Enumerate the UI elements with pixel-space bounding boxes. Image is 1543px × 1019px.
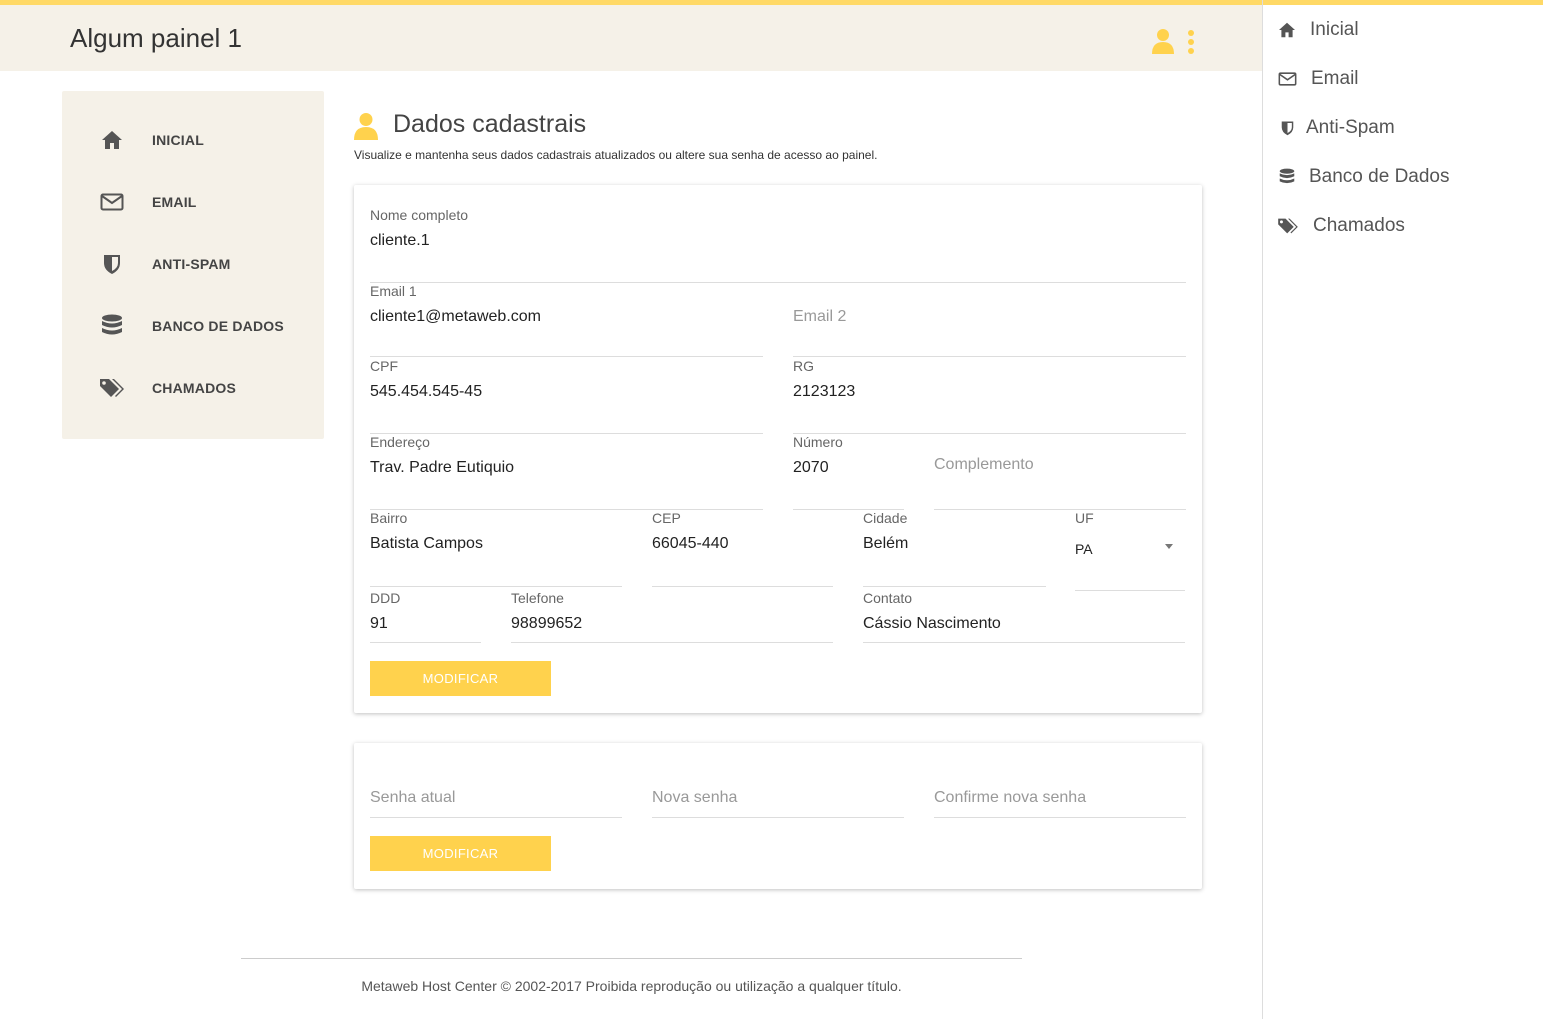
confirme-senha-field[interactable]: Confirme nova senha — [934, 767, 1186, 818]
drawer-item-label: Email — [1311, 68, 1359, 89]
nova-senha-field[interactable]: Nova senha — [652, 767, 904, 818]
kebab-menu-icon[interactable] — [1184, 30, 1198, 56]
top-app-bar: Algum painel 1 — [0, 0, 1262, 71]
shield-icon — [1277, 118, 1297, 138]
rg-field[interactable]: RG 2123123 — [793, 358, 1186, 434]
modificar-senha-button[interactable]: MODIFICAR — [370, 836, 551, 871]
footer-divider — [241, 958, 1022, 959]
drawer-item-banco-de-dados[interactable]: Banco de Dados — [1263, 157, 1543, 197]
bairro-field[interactable]: Bairro Batista Campos — [370, 510, 622, 587]
numero-field[interactable]: Número 2070 — [793, 434, 904, 510]
cidade-field[interactable]: Cidade Belém — [863, 510, 1046, 587]
profile-form-card: Nome completo cliente.1 Email 1 cliente1… — [354, 185, 1202, 713]
database-icon — [1277, 167, 1297, 187]
modificar-dados-button[interactable]: MODIFICAR — [370, 661, 551, 696]
drawer-item-label: Banco de Dados — [1309, 166, 1450, 187]
sidebar-item-chamados[interactable]: CHAMADOS — [62, 368, 324, 408]
user-icon — [354, 112, 378, 145]
drawer-item-label: Inicial — [1310, 19, 1359, 40]
sidebar-item-inicial[interactable]: INICIAL — [62, 120, 324, 160]
footer-text: Metaweb Host Center © 2002-2017 Proibida… — [361, 978, 902, 994]
uf-select[interactable]: UF PA — [1075, 510, 1185, 591]
tags-icon — [99, 375, 125, 401]
caret-down-icon — [1165, 544, 1173, 549]
ddd-field[interactable]: DDD 91 — [370, 590, 481, 643]
sidebar-item-banco-de-dados[interactable]: BANCO DE DADOS — [62, 306, 324, 346]
drawer-item-chamados[interactable]: Chamados — [1263, 206, 1543, 246]
sidebar: INICIAL EMAIL ANTI-SPAM BANCO DE DADOS C… — [62, 91, 324, 439]
sidebar-item-label: BANCO DE DADOS — [152, 318, 284, 334]
password-form-card: Senha atual Nova senha Confirme nova sen… — [354, 743, 1202, 889]
cep-field[interactable]: CEP 66045-440 — [652, 510, 833, 587]
navigation-drawer: Inicial Email Anti-Spam Banco de Dados C… — [1262, 0, 1543, 1019]
envelope-icon — [1277, 69, 1297, 89]
page-title: Dados cadastrais — [393, 110, 587, 138]
drawer-item-email[interactable]: Email — [1263, 59, 1543, 99]
page-subtitle: Visualize e mantenha seus dados cadastra… — [354, 148, 878, 162]
home-icon — [1277, 20, 1297, 40]
sidebar-item-anti-spam[interactable]: ANTI-SPAM — [62, 244, 324, 284]
senha-atual-field[interactable]: Senha atual — [370, 767, 622, 818]
drawer-item-anti-spam[interactable]: Anti-Spam — [1263, 108, 1543, 148]
envelope-icon — [99, 189, 125, 215]
shield-icon — [99, 251, 125, 277]
email1-field[interactable]: Email 1 cliente1@metaweb.com — [370, 283, 763, 357]
telefone-field[interactable]: Telefone 98899652 — [511, 590, 833, 643]
user-icon[interactable] — [1152, 28, 1174, 59]
drawer-item-inicial[interactable]: Inicial — [1263, 10, 1543, 50]
database-icon — [99, 313, 125, 339]
sidebar-item-label: CHAMADOS — [152, 380, 237, 396]
sidebar-item-email[interactable]: EMAIL — [62, 182, 324, 222]
contato-field[interactable]: Contato Cássio Nascimento — [863, 590, 1185, 643]
sidebar-item-label: INICIAL — [152, 132, 204, 148]
sidebar-item-label: ANTI-SPAM — [152, 256, 231, 272]
cpf-field[interactable]: CPF 545.454.545-45 — [370, 358, 763, 434]
complemento-field[interactable]: Complemento — [934, 434, 1186, 510]
sidebar-item-label: EMAIL — [152, 194, 197, 210]
tags-icon — [1277, 216, 1299, 236]
drawer-item-label: Chamados — [1313, 215, 1405, 236]
drawer-item-label: Anti-Spam — [1306, 117, 1395, 138]
app-title: Algum painel 1 — [70, 23, 242, 53]
home-icon — [99, 127, 125, 153]
endereco-field[interactable]: Endereço Trav. Padre Eutiquio — [370, 434, 763, 510]
email2-field[interactable]: Email 2 — [793, 283, 1186, 357]
nome-completo-field[interactable]: Nome completo cliente.1 — [370, 207, 1186, 283]
